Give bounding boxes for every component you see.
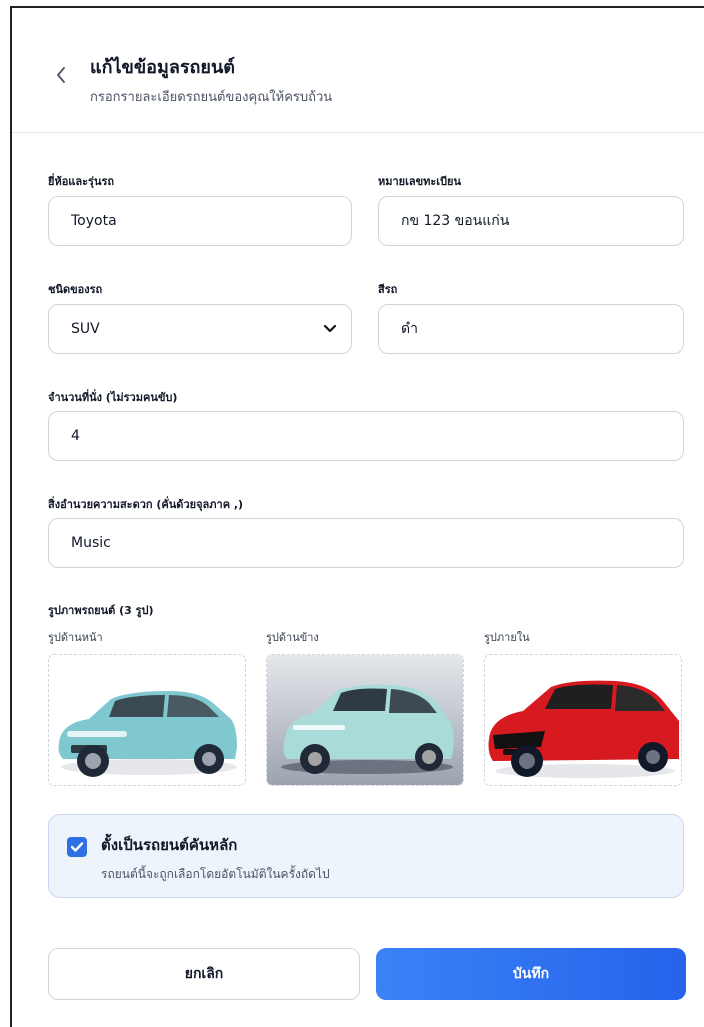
interior-photo-label: รูปภายใน (484, 631, 530, 644)
panel-header: แก้ไขข้อมูลรถยนต์ กรอกรายละเอียดรถยนต์ขอ… (12, 8, 704, 133)
front-car-image (49, 655, 245, 785)
main-car-subtitle: รถยนต์นี้จะถูกเลือกโดยอัตโนมัติในครั้งถั… (101, 867, 330, 881)
interior-car-image (485, 655, 681, 785)
back-button[interactable] (50, 64, 72, 86)
plate-input-value: กข 123 ขอนแก่น (401, 213, 510, 229)
cancel-button[interactable]: ยกเลิก (48, 948, 360, 1000)
page-title: แก้ไขข้อมูลรถยนต์ (90, 57, 235, 78)
side-photo-upload[interactable] (266, 654, 464, 786)
car-color-value: ดำ (401, 321, 418, 337)
front-photo-upload[interactable] (48, 654, 246, 786)
interior-photo-upload[interactable] (484, 654, 682, 786)
plate-label: หมายเลขทะเบียน (378, 175, 462, 188)
amenities-input-value: Music (71, 535, 111, 551)
checkmark-icon (70, 842, 84, 852)
save-button[interactable]: บันทึก (376, 948, 686, 1000)
main-car-title: ตั้งเป็นรถยนต์คันหลัก (101, 836, 238, 854)
car-color-label: สีรถ (378, 283, 398, 296)
save-button-label: บันทึก (512, 966, 550, 982)
front-photo-label: รูปด้านหน้า (48, 631, 103, 644)
cancel-button-label: ยกเลิก (184, 966, 224, 982)
seats-input[interactable]: 4 (48, 411, 684, 461)
amenities-label: สิ่งอำนวยความสะดวก (คั่นด้วยจุลภาค ,) (48, 498, 244, 511)
photos-section-label: รูปภาพรถยนต์ (3 รูป) (48, 604, 154, 617)
page-subtitle: กรอกรายละเอียดรถยนต์ของคุณให้ครบถ้วน (90, 90, 333, 105)
seats-input-value: 4 (71, 428, 80, 444)
car-type-value: SUV (71, 321, 100, 337)
side-photo-label: รูปด้านข้าง (266, 631, 319, 644)
main-car-checkbox[interactable] (67, 837, 87, 857)
plate-input[interactable]: กข 123 ขอนแก่น (378, 196, 684, 246)
seats-label: จำนวนที่นั่ง (ไม่รวมคนขับ) (48, 391, 178, 404)
amenities-input[interactable]: Music (48, 518, 684, 568)
car-color-input[interactable]: ดำ (378, 304, 684, 354)
edit-car-panel: แก้ไขข้อมูลรถยนต์ กรอกรายละเอียดรถยนต์ขอ… (10, 6, 704, 1027)
chevron-left-icon (57, 67, 65, 83)
brand-label: ยี่ห้อและรุ่นรถ (48, 175, 115, 188)
main-car-card: ตั้งเป็นรถยนต์คันหลัก รถยนต์นี้จะถูกเลือ… (48, 814, 684, 898)
chevron-down-icon (323, 324, 337, 333)
car-type-select[interactable]: SUV (48, 304, 352, 354)
side-car-image (267, 655, 463, 785)
car-type-label: ชนิดของรถ (48, 283, 103, 296)
brand-input[interactable]: Toyota (48, 196, 352, 246)
brand-input-value: Toyota (71, 213, 117, 229)
